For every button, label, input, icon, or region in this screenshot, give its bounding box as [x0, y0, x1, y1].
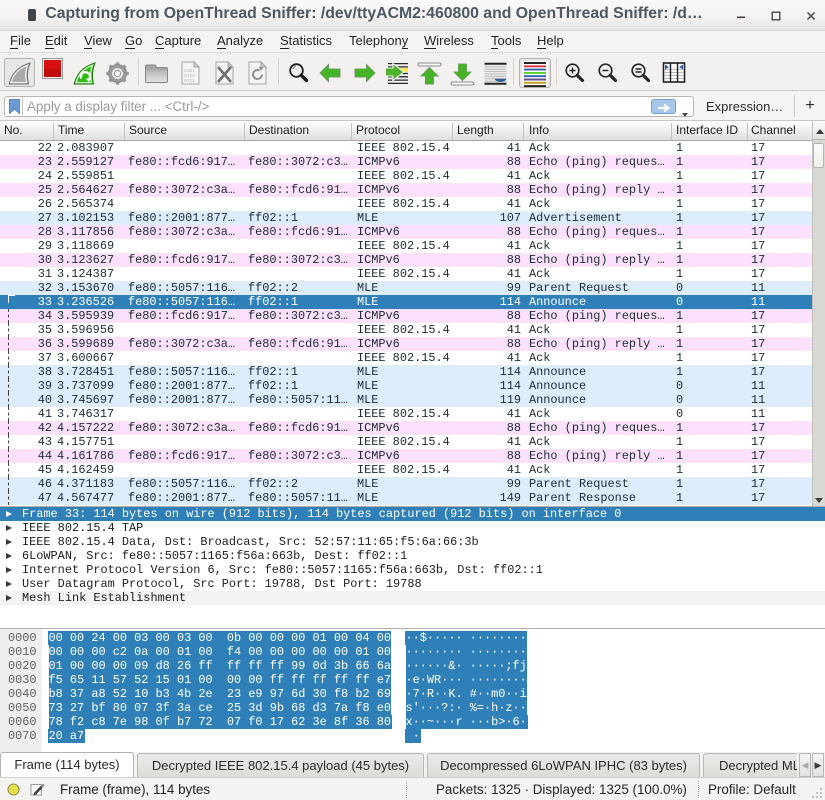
svg-text:0111: 0111 — [184, 78, 195, 84]
